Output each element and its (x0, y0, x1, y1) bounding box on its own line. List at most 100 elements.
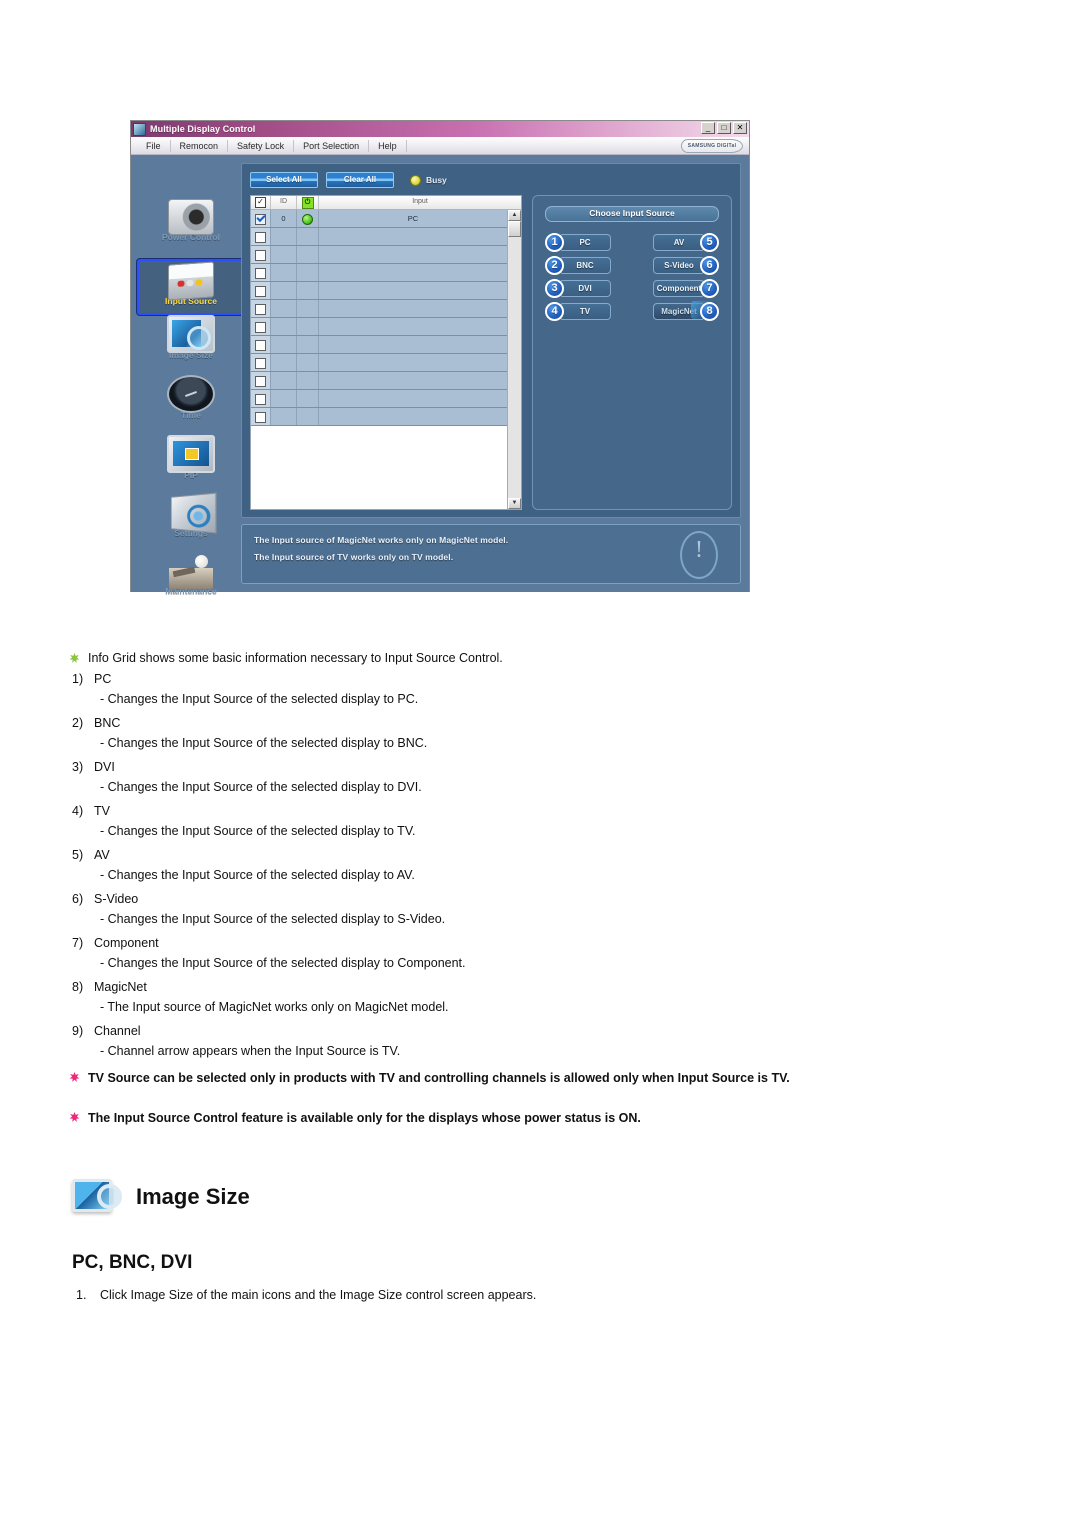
grid-vertical-scrollbar[interactable]: ▲ ▼ (507, 210, 521, 509)
input-source-button-component[interactable]: Component (653, 280, 705, 297)
table-row[interactable]: 0 PC (251, 210, 507, 228)
menu-remocon[interactable]: Remocon (171, 139, 229, 152)
input-source-button-av[interactable]: AV (653, 234, 705, 251)
row-checkbox[interactable] (255, 286, 266, 297)
scroll-down-button[interactable]: ▼ (508, 498, 521, 509)
sidebar-item-pip[interactable]: PIP (137, 435, 245, 495)
row-checkbox-cell[interactable] (251, 264, 271, 281)
scroll-up-button[interactable]: ▲ (508, 210, 521, 221)
item-label: PC (94, 672, 112, 686)
table-row[interactable] (251, 264, 507, 282)
menu-file[interactable]: File (137, 139, 171, 152)
input-source-button-dvi[interactable]: DVI (559, 280, 611, 297)
row-checkbox-cell[interactable] (251, 300, 271, 317)
row-checkbox[interactable] (255, 304, 266, 315)
input-source-button-pc[interactable]: PC (559, 234, 611, 251)
input-source-button-bnc[interactable]: BNC (559, 257, 611, 274)
sidebar-item-power-control[interactable]: Power Control (137, 199, 245, 259)
table-row[interactable] (251, 336, 507, 354)
row-power-cell (297, 372, 319, 389)
select-all-button[interactable]: Select All (250, 172, 318, 188)
step-text: Click Image Size of the main icons and t… (100, 1288, 537, 1302)
grid-header-select[interactable]: ✓ (251, 196, 271, 209)
row-checkbox[interactable] (255, 268, 266, 279)
time-icon (167, 375, 215, 413)
app-icon (133, 122, 146, 136)
row-id (271, 318, 297, 335)
callout-badge-3: 3 (545, 279, 564, 298)
select-all-checkbox[interactable]: ✓ (255, 197, 266, 208)
row-checkbox[interactable] (255, 250, 266, 261)
row-checkbox-cell[interactable] (251, 282, 271, 299)
minimize-button[interactable]: _ (701, 122, 715, 134)
row-checkbox-cell[interactable] (251, 390, 271, 407)
row-input (319, 246, 507, 263)
row-checkbox-cell[interactable] (251, 228, 271, 245)
row-id (271, 336, 297, 353)
row-checkbox[interactable] (255, 376, 266, 387)
row-checkbox[interactable] (255, 322, 266, 333)
busy-dot-icon (410, 174, 421, 186)
row-checkbox-cell[interactable] (251, 318, 271, 335)
table-row[interactable] (251, 408, 507, 426)
input-source-panel: Select All Clear All Busy ✓ ID ⏻ Input 0… (241, 163, 741, 518)
row-power-cell (297, 390, 319, 407)
input-source-button-svideo[interactable]: S-Video (653, 257, 705, 274)
exclamation-icon (680, 531, 718, 579)
menu-port-selection[interactable]: Port Selection (294, 139, 370, 152)
warning-note-1: TV Source can be selected only in produc… (68, 1069, 898, 1087)
row-checkbox[interactable] (255, 412, 266, 423)
menu-safety-lock[interactable]: Safety Lock (228, 139, 295, 152)
row-input (319, 282, 507, 299)
grid-header-input: Input (412, 198, 428, 205)
item-label: S-Video (94, 892, 139, 906)
window-controls: _ □ ✕ (701, 122, 747, 134)
input-source-cell-pc: 1 PC (545, 233, 625, 252)
row-checkbox-cell[interactable] (251, 354, 271, 371)
item-label: Component (94, 936, 159, 950)
close-button[interactable]: ✕ (733, 122, 747, 134)
row-checkbox-cell[interactable] (251, 408, 271, 425)
table-row[interactable] (251, 228, 507, 246)
input-source-button-tv[interactable]: TV (559, 303, 611, 320)
power-on-dot-icon (302, 214, 313, 225)
panel-columns: ✓ ID ⏻ Input 0 PC ▲ ▼ Choose Input Sourc… (250, 195, 732, 510)
scrollbar-thumb[interactable] (508, 221, 521, 237)
item-number: 2) (72, 716, 84, 730)
row-checkbox[interactable] (255, 340, 266, 351)
sidebar-item-image-size[interactable]: Image Size (137, 315, 245, 375)
table-row[interactable] (251, 390, 507, 408)
table-row[interactable] (251, 282, 507, 300)
warning-note-2-text: The Input Source Control feature is avai… (88, 1111, 641, 1125)
input-source-icon (168, 261, 214, 301)
table-row[interactable] (251, 372, 507, 390)
row-checkbox-cell[interactable] (251, 246, 271, 263)
row-checkbox-cell[interactable] (251, 336, 271, 353)
table-row[interactable] (251, 246, 507, 264)
row-checkbox[interactable] (255, 394, 266, 405)
row-checkbox[interactable] (255, 232, 266, 243)
row-id (271, 300, 297, 317)
scrollbar-track[interactable] (508, 237, 521, 498)
list-item: 6) S-Video (72, 892, 138, 906)
sidebar-item-time[interactable]: Time (137, 375, 245, 435)
maximize-button[interactable]: □ (717, 122, 731, 134)
sidebar-item-settings[interactable]: Settings (137, 492, 245, 555)
intro-note: Info Grid shows some basic information n… (68, 650, 968, 667)
row-checkbox-cell[interactable] (251, 372, 271, 389)
table-row[interactable] (251, 318, 507, 336)
table-row[interactable] (251, 300, 507, 318)
menu-help[interactable]: Help (369, 139, 407, 152)
row-id (271, 372, 297, 389)
clear-all-button[interactable]: Clear All (326, 172, 394, 188)
sidebar-item-input-source[interactable]: Input Source (137, 259, 245, 315)
table-row[interactable] (251, 354, 507, 372)
item-desc: - Changes the Input Source of the select… (100, 692, 419, 706)
power-status-icon: ⏻ (301, 197, 314, 209)
row-checkbox-cell[interactable] (251, 210, 271, 227)
row-checkbox[interactable] (255, 358, 266, 369)
sidebar-item-maintenance[interactable]: Maintenance (137, 555, 245, 615)
pip-icon (167, 435, 215, 473)
row-checkbox[interactable] (255, 214, 266, 225)
window-body: Power Control Input Source Image Size Ti… (131, 155, 749, 596)
